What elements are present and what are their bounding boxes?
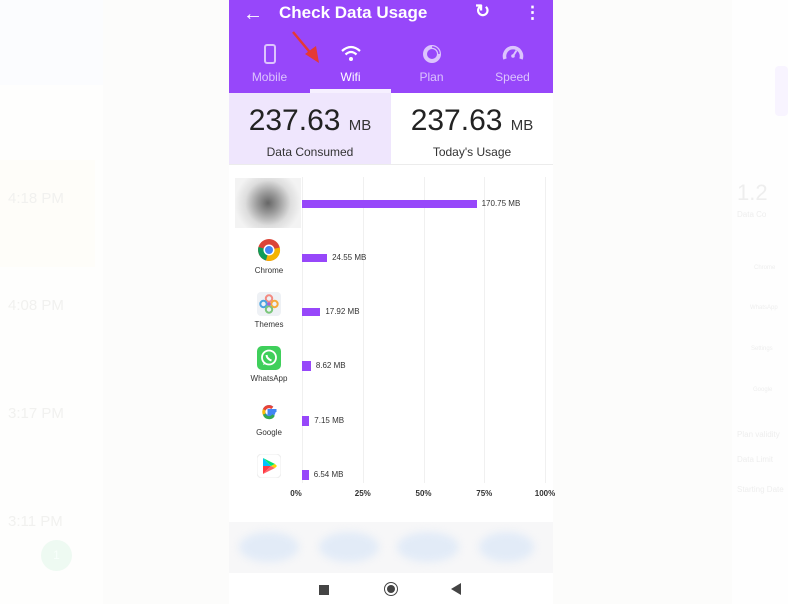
background-text: Data Co bbox=[737, 210, 767, 219]
tab-label: Plan bbox=[419, 70, 444, 84]
usage-bar bbox=[302, 416, 310, 426]
speedometer-icon bbox=[472, 42, 553, 66]
app-row[interactable]: Google bbox=[234, 400, 304, 454]
square-recents-icon[interactable] bbox=[319, 585, 329, 595]
background-time: 3:17 PM bbox=[8, 405, 64, 422]
background-text: WhatsApp bbox=[750, 305, 778, 311]
x-tick-label: 50% bbox=[415, 489, 432, 498]
data-consumed-card[interactable]: 237.63 MB Data Consumed bbox=[229, 93, 391, 164]
app-name: WhatsApp bbox=[250, 374, 288, 383]
circle-home-icon[interactable] bbox=[384, 582, 398, 596]
app-row[interactable] bbox=[234, 453, 304, 508]
background-time: 4:08 PM bbox=[8, 297, 64, 314]
usage-bar bbox=[302, 361, 311, 371]
triangle-back-icon[interactable] bbox=[451, 583, 461, 595]
background-block bbox=[775, 66, 788, 116]
chart-gridline bbox=[545, 177, 546, 483]
todays-usage-unit: MB bbox=[510, 117, 534, 134]
ad-blur bbox=[479, 532, 534, 562]
themes-icon bbox=[257, 292, 281, 316]
chrome-icon bbox=[257, 238, 281, 262]
usage-bar bbox=[302, 254, 328, 262]
red-arrow-annotation bbox=[292, 31, 319, 63]
stat-value-row: 237.63 MB bbox=[229, 105, 391, 142]
chart-gridline bbox=[362, 177, 364, 483]
background-text: Chrome bbox=[754, 265, 776, 271]
usage-bar bbox=[302, 200, 477, 208]
background-text: 1.2 bbox=[737, 180, 768, 205]
play-store-icon bbox=[256, 453, 282, 479]
app-row[interactable]: WhatsApp bbox=[234, 346, 304, 400]
todays-usage-card[interactable]: 237.63 MB Today's Usage bbox=[391, 93, 553, 164]
donut-chart-icon bbox=[391, 42, 472, 66]
bar-value-label: 17.92 MB bbox=[325, 307, 360, 316]
background-text: Settings bbox=[751, 346, 773, 352]
x-tick-label: 100% bbox=[534, 489, 556, 498]
background-block bbox=[0, 0, 103, 85]
tab-wifi[interactable]: Wifi bbox=[310, 38, 391, 93]
system-nav-bar bbox=[229, 578, 553, 604]
background-right-panel: 1.2 Data Co Chrome WhatsApp Settings Goo… bbox=[732, 0, 788, 604]
more-vert-icon[interactable]: ⋮ bbox=[524, 3, 541, 23]
todays-usage-label: Today's Usage bbox=[432, 145, 512, 159]
tab-label: Mobile bbox=[251, 70, 288, 84]
whatsapp-icon bbox=[257, 346, 281, 370]
app-row[interactable]: Chrome bbox=[234, 238, 304, 292]
bar-value-label: 8.62 MB bbox=[315, 361, 346, 370]
data-consumed-label: Data Consumed bbox=[266, 145, 354, 159]
chart-gridline bbox=[423, 177, 425, 483]
background-unread-badge: 1 bbox=[41, 540, 72, 571]
google-icon bbox=[257, 400, 281, 424]
data-consumed-unit: MB bbox=[348, 117, 372, 134]
app-name: Chrome bbox=[254, 266, 284, 275]
usage-bar bbox=[302, 470, 309, 480]
app-bar: ← Check Data Usage ↻ ⋮ Mobile Wifi Plan … bbox=[229, 0, 553, 93]
background-time: 3:11 PM bbox=[8, 513, 63, 530]
bar-value-label: 24.55 MB bbox=[332, 253, 367, 262]
app-name: Google bbox=[256, 428, 282, 437]
background-text: Starting Date bbox=[737, 485, 784, 494]
background-doodle-left bbox=[103, 0, 229, 604]
tab-label: Wifi bbox=[340, 70, 361, 84]
tab-label: Speed bbox=[495, 70, 530, 84]
tab-bar: Mobile Wifi Plan Speed bbox=[229, 38, 553, 93]
background-text: Google bbox=[753, 387, 773, 393]
tab-plan[interactable]: Plan bbox=[391, 38, 472, 93]
x-tick-label: 75% bbox=[476, 489, 493, 498]
ad-blur bbox=[239, 532, 299, 562]
page-title: Check Data Usage bbox=[279, 3, 428, 22]
usage-bar bbox=[302, 308, 321, 316]
app-row[interactable]: Themes bbox=[234, 292, 304, 346]
chart-gridline bbox=[484, 177, 486, 483]
arrow-back-icon[interactable]: ← bbox=[243, 3, 263, 26]
blurred-app-icon bbox=[235, 178, 301, 228]
background-time: 4:18 PM bbox=[8, 190, 64, 207]
background-text: Plan validity bbox=[737, 430, 780, 439]
background-row bbox=[0, 160, 95, 267]
wifi-icon bbox=[310, 42, 391, 66]
bar-value-label: 7.15 MB bbox=[314, 416, 345, 425]
usage-summary: 237.63 MB Data Consumed 237.63 MB Today'… bbox=[229, 93, 553, 165]
tab-speed[interactable]: Speed bbox=[472, 38, 553, 93]
x-tick-label: 25% bbox=[354, 489, 371, 498]
bar-value-label: 6.54 MB bbox=[313, 470, 344, 479]
app-name: Themes bbox=[254, 320, 284, 329]
phone-screen: ← Check Data Usage ↻ ⋮ Mobile Wifi Plan … bbox=[229, 0, 556, 604]
stat-value-row: 237.63 MB bbox=[391, 105, 553, 142]
background-text: Data Limit bbox=[737, 455, 774, 464]
data-consumed-value: 237.63 bbox=[248, 104, 341, 137]
bar-value-label: 170.75 MB bbox=[481, 199, 521, 208]
ad-blur bbox=[319, 532, 379, 562]
background-doodle-right bbox=[553, 0, 732, 604]
refresh-icon[interactable]: ↻ bbox=[475, 1, 490, 22]
todays-usage-value: 237.63 bbox=[410, 104, 503, 137]
ad-banner[interactable] bbox=[229, 522, 553, 573]
ad-blur bbox=[397, 532, 459, 562]
